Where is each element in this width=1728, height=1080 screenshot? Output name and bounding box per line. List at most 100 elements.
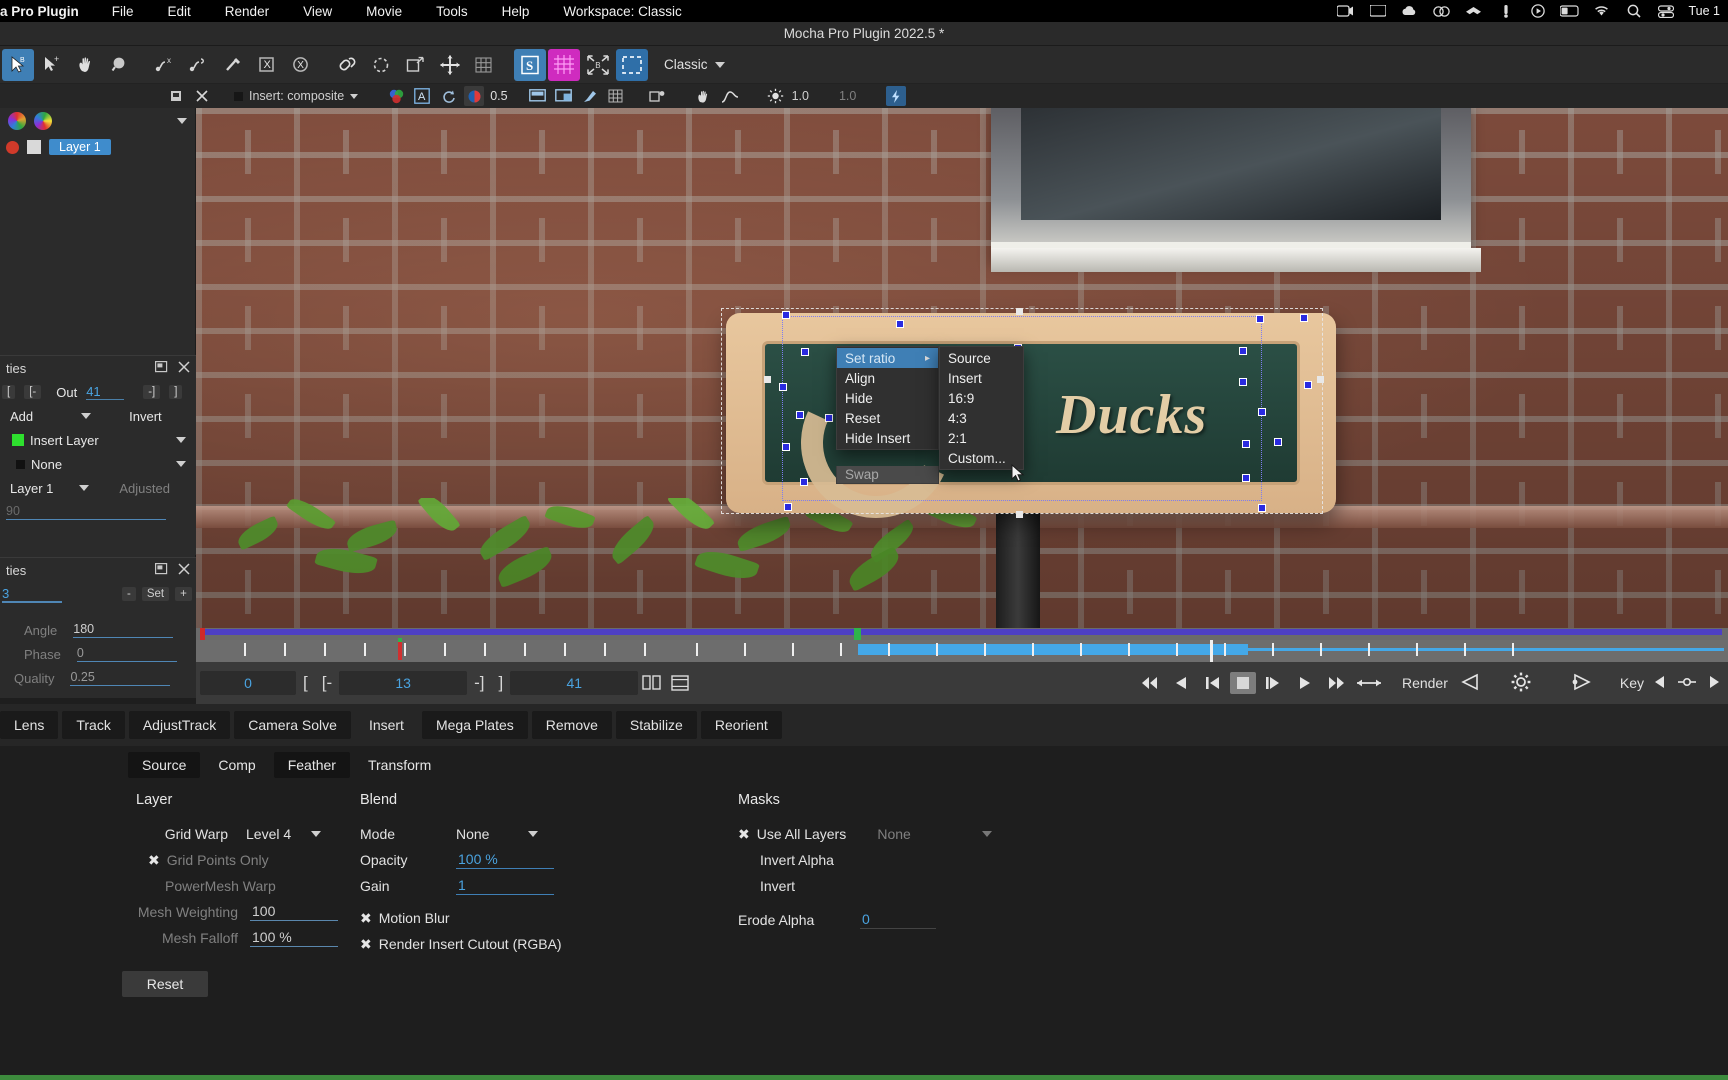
menu-item-view[interactable]: View bbox=[286, 4, 349, 19]
overlay-icon[interactable] bbox=[464, 86, 485, 106]
add-point-tool-button[interactable]: + bbox=[36, 49, 68, 81]
mesh-handle[interactable] bbox=[1239, 347, 1247, 355]
pan-tool-button[interactable] bbox=[70, 49, 102, 81]
cloud-icon[interactable] bbox=[1400, 4, 1419, 19]
tab-lens[interactable]: Lens bbox=[0, 711, 59, 739]
subtab-feather[interactable]: Feather bbox=[273, 752, 350, 778]
panel-a-value-field[interactable]: 90 bbox=[6, 504, 166, 520]
tab-insert[interactable]: Insert bbox=[355, 711, 418, 739]
workspace-selector[interactable]: Classic bbox=[664, 57, 725, 72]
mesh-handle[interactable] bbox=[782, 443, 790, 451]
mesh-falloff-value[interactable]: 100 % bbox=[250, 929, 338, 947]
chevron-down-icon[interactable] bbox=[528, 831, 538, 837]
tab-reorient[interactable]: Reorient bbox=[700, 711, 782, 739]
surface-corner-handle[interactable] bbox=[1016, 511, 1023, 518]
blend-mode-value[interactable]: Add bbox=[10, 409, 33, 424]
context-menu-item-align[interactable]: Align bbox=[837, 368, 938, 388]
gain-value[interactable]: 1 bbox=[456, 877, 554, 895]
menu-item-tools[interactable]: Tools bbox=[419, 4, 485, 19]
menu-app-name[interactable]: a Pro Plugin bbox=[0, 4, 95, 19]
magnetic-spline-tool-button[interactable] bbox=[218, 49, 250, 81]
mesh-handle[interactable] bbox=[801, 348, 809, 356]
bracket-in-minus-button[interactable]: [- bbox=[24, 385, 42, 399]
use-all-layers-row[interactable]: ✖ Use All Layers None bbox=[738, 821, 992, 847]
context-menu-item-hide-insert[interactable]: Hide Insert bbox=[837, 428, 938, 448]
motion-blur-row[interactable]: ✖ Motion Blur bbox=[360, 905, 572, 931]
phase-value[interactable]: 0 bbox=[76, 646, 177, 662]
context-menu-item-swap[interactable]: Swap bbox=[836, 466, 939, 484]
insert-clip-tool-button[interactable] bbox=[616, 48, 648, 81]
timeline-range-bar[interactable] bbox=[858, 644, 1248, 655]
powermesh-warp-row[interactable]: PowerMesh Warp bbox=[0, 873, 360, 899]
reset-button[interactable]: Reset bbox=[122, 971, 208, 997]
split-icon[interactable] bbox=[554, 86, 574, 106]
mesh-handle[interactable] bbox=[1239, 378, 1247, 386]
create-xspline-tool-button[interactable]: x bbox=[150, 49, 182, 81]
submenu-item-source[interactable]: Source bbox=[940, 348, 1023, 368]
tab-camera-solve[interactable]: Camera Solve bbox=[234, 711, 351, 739]
play-circle-icon[interactable] bbox=[1528, 4, 1547, 19]
render-label[interactable]: Render bbox=[1402, 675, 1448, 691]
grid-warp-value[interactable]: Level 4 bbox=[246, 826, 291, 842]
invert-row[interactable]: Invert bbox=[738, 873, 992, 899]
checkbox-x-icon[interactable]: ✖ bbox=[360, 936, 372, 953]
submenu-item-2-1[interactable]: 2:1 bbox=[940, 428, 1023, 448]
tab-mega-plates[interactable]: Mega Plates bbox=[421, 711, 528, 739]
mesh-handle[interactable] bbox=[1304, 381, 1312, 389]
control-center-icon[interactable] bbox=[1656, 4, 1675, 19]
layer-name-label[interactable]: Layer 1 bbox=[49, 139, 111, 155]
alpha-icon[interactable]: A bbox=[412, 86, 432, 106]
menu-bar-clock[interactable]: Tue 1 bbox=[1688, 4, 1720, 18]
timeline-clip-strip[interactable] bbox=[196, 628, 1728, 640]
skip-end-icon[interactable] bbox=[1322, 669, 1352, 697]
chevron-down-icon[interactable] bbox=[79, 485, 90, 491]
tab-stabilize[interactable]: Stabilize bbox=[615, 711, 697, 739]
mesh-handle[interactable] bbox=[1242, 474, 1250, 482]
curve-icon[interactable] bbox=[720, 86, 740, 106]
submenu-item-4-3[interactable]: 4:3 bbox=[940, 408, 1023, 428]
quality-value[interactable]: 0.25 bbox=[70, 670, 171, 686]
menu-caret-icon[interactable] bbox=[177, 118, 187, 124]
reshape-tool-button[interactable] bbox=[366, 49, 398, 81]
surface-corner-handle[interactable] bbox=[1317, 376, 1324, 383]
mesh-handle[interactable] bbox=[1256, 315, 1264, 323]
increment-button[interactable]: + bbox=[175, 587, 192, 601]
invert-label[interactable]: Invert bbox=[129, 409, 162, 424]
mesh-handle[interactable] bbox=[800, 478, 808, 486]
brush-icon[interactable] bbox=[580, 86, 600, 106]
search-icon[interactable] bbox=[1624, 4, 1643, 19]
surface-corner-handle[interactable] bbox=[764, 376, 771, 383]
chevron-down-icon[interactable] bbox=[311, 831, 322, 837]
menu-item-render[interactable]: Render bbox=[208, 4, 286, 19]
chevron-down-icon[interactable] bbox=[81, 413, 92, 419]
bracket-in-button[interactable]: [ bbox=[2, 385, 16, 399]
rotate-icon[interactable] bbox=[438, 86, 458, 106]
subtab-transform[interactable]: Transform bbox=[354, 752, 445, 778]
menu-item-workspace[interactable]: Workspace: Classic bbox=[546, 4, 698, 19]
close-panel-icon[interactable] bbox=[178, 360, 190, 376]
battery-icon[interactable] bbox=[1560, 4, 1580, 19]
bracket-out-button[interactable]: -] bbox=[467, 673, 491, 693]
bracket-close-button[interactable]: ] bbox=[492, 673, 511, 693]
tab-remove[interactable]: Remove bbox=[531, 711, 612, 739]
angle-value[interactable]: 180 bbox=[73, 622, 174, 638]
grid-tool-button[interactable] bbox=[468, 49, 500, 81]
mesh-handle[interactable] bbox=[896, 320, 904, 328]
out-value[interactable]: 41 bbox=[86, 384, 125, 400]
context-menu-item-set-ratio[interactable]: Set ratio ▸ bbox=[837, 348, 938, 368]
move-tool-button[interactable] bbox=[434, 49, 466, 81]
loop-icon[interactable] bbox=[1432, 4, 1451, 19]
none-color-swatch[interactable] bbox=[16, 459, 25, 469]
film-strip-icon[interactable] bbox=[666, 670, 694, 696]
submenu-item-16-9[interactable]: 16:9 bbox=[940, 388, 1023, 408]
bracket-out-minus-button[interactable]: -] bbox=[143, 385, 161, 399]
subtab-source[interactable]: Source bbox=[128, 752, 201, 778]
skip-start-icon[interactable] bbox=[1134, 669, 1164, 697]
add-key-icon[interactable] bbox=[1676, 673, 1698, 694]
subtab-comp[interactable]: Comp bbox=[204, 752, 269, 778]
set-ratio-submenu[interactable]: Source Insert 16:9 4:3 2:1 Custom... bbox=[939, 346, 1024, 470]
layer-row[interactable]: Layer 1 bbox=[0, 137, 195, 157]
visibility-dot-icon[interactable] bbox=[6, 140, 19, 154]
chevron-down-icon[interactable] bbox=[176, 461, 186, 467]
chevron-down-icon[interactable] bbox=[176, 437, 186, 443]
